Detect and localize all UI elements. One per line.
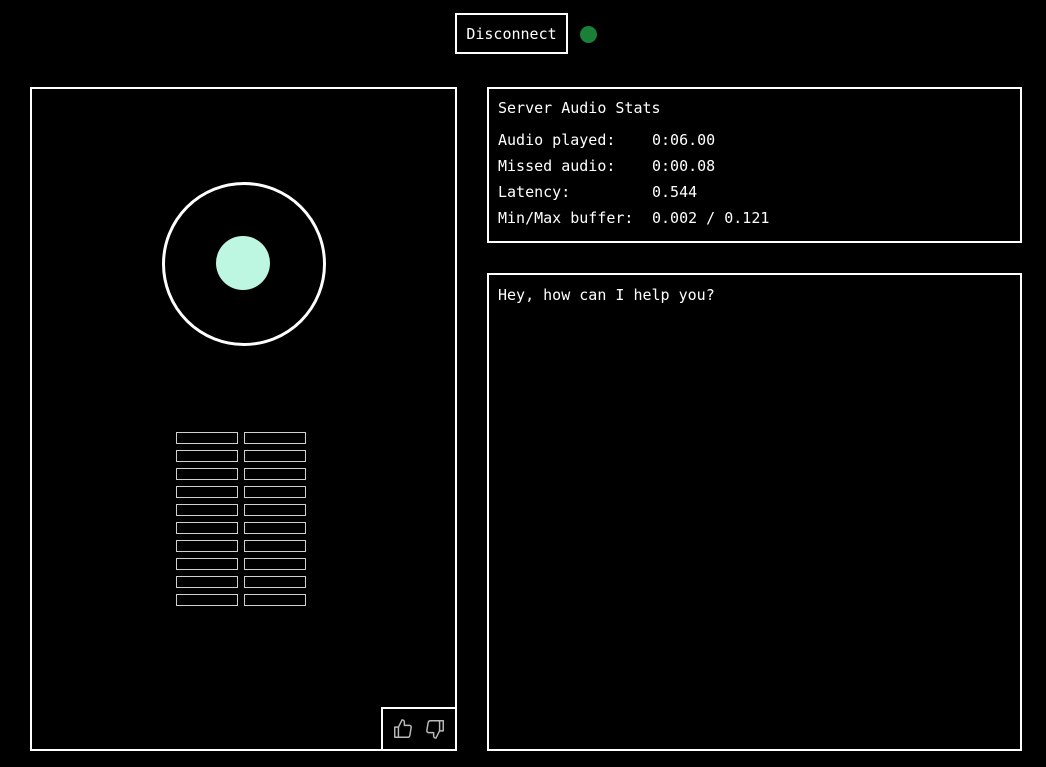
meter-segment <box>176 432 238 444</box>
meter-row <box>176 486 312 498</box>
meter-segment <box>176 504 238 516</box>
meter-row <box>176 504 312 516</box>
stat-row-audio-played: Audio played: 0:06.00 <box>498 127 1011 153</box>
chat-message: Hey, how can I help you? <box>498 286 715 304</box>
stat-label: Min/Max buffer: <box>498 209 634 227</box>
meter-segment <box>176 522 238 534</box>
audio-visualizer-panel <box>30 87 457 751</box>
chat-transcript-panel[interactable]: Hey, how can I help you? <box>487 273 1022 751</box>
connection-status-indicator <box>580 26 597 43</box>
audio-meter-grid <box>176 432 312 612</box>
meter-segment <box>176 450 238 462</box>
meter-row <box>176 558 312 570</box>
meter-row <box>176 594 312 606</box>
meter-segment <box>176 594 238 606</box>
meter-segment <box>244 486 306 498</box>
thumbs-down-button[interactable] <box>423 717 447 741</box>
meter-segment <box>244 504 306 516</box>
meter-row <box>176 432 312 444</box>
meter-segment <box>176 558 238 570</box>
meter-segment <box>244 540 306 552</box>
stat-value: 0:00.08 <box>652 157 716 175</box>
stat-value: 0.544 <box>652 183 698 201</box>
meter-row <box>176 450 312 462</box>
stat-row-missed-audio: Missed audio: 0:00.08 <box>498 153 1011 179</box>
feedback-controls <box>381 707 457 751</box>
stats-title: Server Audio Stats <box>498 99 661 117</box>
meter-segment <box>176 468 238 480</box>
meter-segment <box>244 558 306 570</box>
thumbs-up-button[interactable] <box>391 717 415 741</box>
meter-segment <box>244 576 306 588</box>
meter-segment <box>244 432 306 444</box>
stat-label: Latency: <box>498 183 571 201</box>
meter-segment <box>176 486 238 498</box>
meter-row <box>176 468 312 480</box>
meter-segment <box>244 450 306 462</box>
app-root: Disconnect Server Audio Stats Audio play… <box>0 0 1046 767</box>
stat-row-latency: Latency: 0.544 <box>498 179 1011 205</box>
stat-label: Audio played: <box>498 131 616 149</box>
stat-value: 0.002 / 0.121 <box>652 209 770 227</box>
thumbs-down-icon <box>426 720 444 739</box>
meter-segment <box>176 576 238 588</box>
audio-level-indicator <box>216 236 270 290</box>
stat-row-min-max-buffer: Min/Max buffer: 0.002 / 0.121 <box>498 205 1011 231</box>
meter-segment <box>176 540 238 552</box>
stat-value: 0:06.00 <box>652 131 716 149</box>
server-audio-stats-panel: Server Audio Stats Audio played: 0:06.00… <box>487 87 1022 243</box>
meter-segment <box>244 468 306 480</box>
disconnect-button[interactable]: Disconnect <box>455 13 568 54</box>
stat-label: Missed audio: <box>498 157 616 175</box>
meter-segment <box>244 594 306 606</box>
thumbs-up-icon <box>394 719 412 738</box>
meter-row <box>176 540 312 552</box>
meter-row <box>176 522 312 534</box>
meter-row <box>176 576 312 588</box>
meter-segment <box>244 522 306 534</box>
